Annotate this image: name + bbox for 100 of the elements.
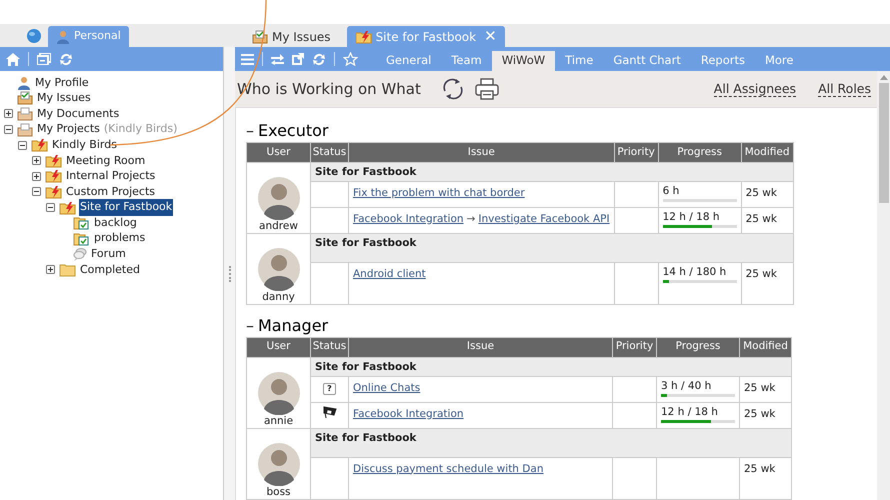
project-header-cell: Site for Fastbook — [310, 357, 792, 376]
collapse-toggle[interactable]: – — [246, 122, 254, 140]
user-name: annie — [264, 414, 294, 426]
progress-text: 14 h / 180 h — [662, 266, 728, 279]
printer-icon[interactable] — [474, 78, 499, 100]
modified-cell: 25 wk — [741, 207, 794, 234]
project-header-cell: Site for Fastbook — [310, 428, 792, 457]
folder-bolt-icon — [59, 200, 76, 215]
tray-icon — [17, 122, 33, 137]
folder-check-icon — [73, 232, 90, 246]
tree-item[interactable]: problems — [93, 230, 146, 247]
speech-bubbles-icon — [73, 247, 87, 262]
column-header[interactable]: Status — [310, 337, 348, 358]
tree-item[interactable]: My Projects — [36, 121, 101, 138]
tray-check-icon — [17, 91, 33, 106]
folder-bolt-icon — [45, 184, 62, 199]
collapse-toggle[interactable]: – — [246, 316, 254, 335]
column-header[interactable]: Priority — [612, 337, 656, 358]
column-header[interactable]: Status — [310, 142, 348, 162]
person-icon — [56, 30, 70, 44]
folder-bolt-icon — [45, 169, 62, 184]
folder-bolt-icon — [45, 154, 62, 168]
tree-item[interactable]: backlog — [93, 214, 138, 232]
collapse-toggle-icon[interactable] — [46, 203, 56, 212]
tree-item-note: (Kindly Birds) — [104, 121, 178, 138]
star-icon[interactable] — [343, 52, 358, 66]
issue-link[interactable]: Online Chats — [353, 382, 420, 394]
section-title: Manager — [258, 316, 328, 335]
modified-cell: 25 wk — [740, 376, 792, 402]
user-avatar — [256, 246, 300, 291]
expand-toggle-icon[interactable] — [32, 172, 42, 181]
column-header[interactable]: Modified — [741, 142, 794, 162]
column-header[interactable]: Priority — [614, 142, 658, 162]
expand-toggle-icon[interactable] — [4, 109, 14, 118]
globe-icon[interactable] — [26, 28, 42, 44]
collapse-toggle-icon[interactable] — [4, 125, 14, 134]
scroll-up-icon[interactable] — [880, 75, 888, 80]
question-badge: ? — [323, 383, 336, 396]
folder-check-icon — [73, 216, 90, 230]
expand-toggle-icon[interactable] — [32, 156, 42, 166]
tray-icon — [17, 106, 33, 121]
modified-cell: 25 wk — [740, 402, 792, 428]
tree-item[interactable]: Site for Fastbook — [79, 199, 174, 216]
filter-link[interactable]: All Assignees — [714, 81, 796, 97]
tree-item[interactable]: Completed — [79, 262, 141, 278]
issue-link[interactable]: Android client — [353, 268, 426, 280]
collapse-toggle-icon[interactable] — [32, 187, 42, 196]
scrollbar-thumb[interactable] — [878, 83, 888, 203]
issue-link[interactable]: Investigate Facebook API — [478, 212, 610, 225]
project-header-cell: Site for Fastbook — [310, 162, 794, 182]
modified-cell: 25 wk — [741, 181, 794, 208]
progress-text: 12 h / 18 h — [661, 406, 719, 418]
column-header[interactable]: Issue — [348, 142, 614, 162]
swap-arrows-icon[interactable] — [271, 54, 284, 64]
user-name: boss — [266, 486, 291, 498]
folder-icon — [59, 262, 76, 277]
menu-icon[interactable] — [241, 54, 254, 64]
person-icon — [17, 76, 31, 90]
tree-item[interactable]: My Issues — [36, 90, 92, 107]
expand-toggle-icon[interactable] — [46, 265, 56, 274]
folder-bolt-icon — [354, 30, 372, 44]
tree-item[interactable]: Meeting Room — [65, 152, 146, 170]
scrollbar[interactable] — [877, 71, 890, 500]
column-header[interactable]: User — [246, 337, 310, 358]
modified-cell: 25 wk — [740, 457, 792, 499]
column-header[interactable]: Progress — [656, 337, 740, 358]
column-header[interactable]: Modified — [740, 337, 792, 358]
tree-item[interactable]: My Documents — [36, 106, 120, 122]
collapse-toggle-icon[interactable] — [18, 140, 28, 150]
view-tab[interactable]: WiWoW — [492, 51, 556, 71]
home-icon[interactable] — [6, 52, 20, 66]
external-window-icon[interactable] — [292, 53, 304, 65]
progress-text: 12 h / 18 h — [662, 210, 721, 224]
collapse-all-icon[interactable] — [37, 53, 51, 65]
user-avatar — [256, 442, 300, 486]
progress-text: 6 h — [662, 184, 680, 198]
user-avatar — [256, 370, 300, 414]
project-header-cell: Site for Fastbook — [310, 233, 794, 262]
progress-text: 3 h / 40 h — [661, 380, 712, 392]
refresh-icon[interactable] — [440, 78, 465, 100]
tree-item[interactable]: My Profile — [34, 74, 90, 92]
tree-item[interactable]: Internal Projects — [65, 168, 156, 185]
folder-bolt-icon — [31, 138, 48, 152]
tree-item[interactable]: Forum — [90, 246, 127, 263]
tree-item[interactable]: Kindly Birds — [51, 136, 118, 154]
filter-link[interactable]: All Roles — [818, 81, 871, 97]
column-header[interactable]: Progress — [658, 142, 742, 162]
user-name: andrew — [259, 220, 298, 232]
user-avatar — [256, 176, 300, 220]
user-name: danny — [262, 290, 295, 303]
tree-item[interactable]: Custom Projects — [65, 184, 156, 200]
issue-link[interactable]: Facebook Integration — [353, 212, 464, 225]
column-header[interactable]: Issue — [348, 337, 612, 358]
tray-check-icon — [252, 30, 268, 44]
splitter-handle[interactable] — [228, 266, 230, 282]
section-title: Executor — [258, 122, 329, 140]
issue-link[interactable]: Facebook Integration — [353, 408, 464, 420]
column-header[interactable]: User — [246, 142, 310, 162]
document-tab[interactable]: My Issues — [244, 26, 339, 47]
modified-cell: 25 wk — [741, 262, 794, 304]
